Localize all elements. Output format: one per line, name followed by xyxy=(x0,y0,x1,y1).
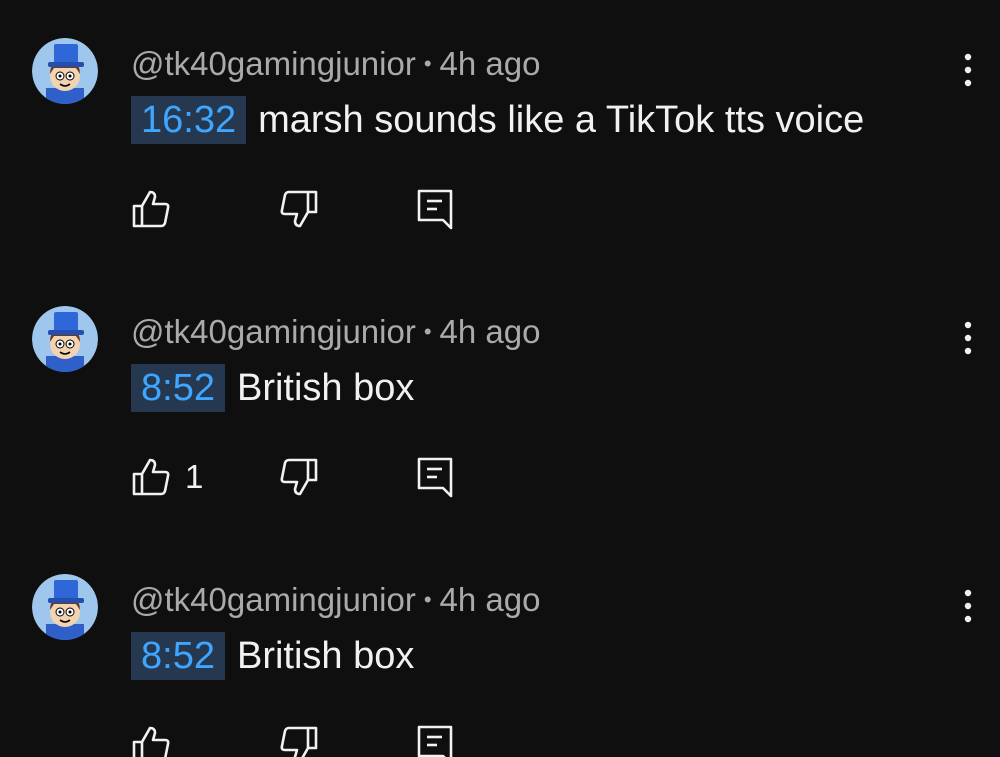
timestamp-link[interactable]: 8:52 xyxy=(131,364,225,412)
comment-text: British box xyxy=(236,367,415,409)
comment-body: 8:52 British box xyxy=(131,632,414,680)
reply-button[interactable] xyxy=(415,722,455,757)
comment-age: 4h ago xyxy=(439,313,541,350)
more-options-button[interactable] xyxy=(950,586,986,626)
reply-comment-icon xyxy=(417,457,453,498)
comment-author[interactable]: @tk40gamingjunior xyxy=(131,313,416,350)
like-button[interactable] xyxy=(131,722,185,757)
meta-separator: • xyxy=(423,51,432,76)
thumbs-down-icon xyxy=(280,726,318,757)
thumbs-down-icon xyxy=(280,190,318,228)
like-button[interactable]: 1 xyxy=(131,454,203,500)
more-options-button[interactable] xyxy=(950,318,986,358)
dislike-button[interactable] xyxy=(279,454,319,500)
comment-body: 8:52 British box xyxy=(131,364,414,412)
meta-separator: • xyxy=(423,587,432,612)
comment-text: marsh sounds like a TikTok tts voice xyxy=(258,99,865,141)
thumbs-down-icon xyxy=(280,458,318,496)
comment-actions xyxy=(131,722,531,757)
avatar[interactable] xyxy=(32,38,98,104)
comment-item: @tk40gamingjunior • 4h ago 8:52 British bo… xyxy=(0,268,1000,536)
comment-text: British box xyxy=(236,635,415,677)
dislike-button[interactable] xyxy=(279,186,319,232)
reply-comment-icon xyxy=(417,725,453,757)
comment-author[interactable]: @tk40gamingjunior xyxy=(131,581,416,618)
comment-actions: 1 xyxy=(131,454,531,500)
avatar[interactable] xyxy=(32,574,98,640)
comment-age: 4h ago xyxy=(439,45,541,82)
timestamp-link[interactable]: 16:32 xyxy=(131,96,247,144)
reply-button[interactable] xyxy=(415,186,455,232)
comment-age: 4h ago xyxy=(439,581,541,618)
comment-author[interactable]: @tk40gamingjunior xyxy=(131,45,416,82)
like-button[interactable] xyxy=(131,186,185,232)
dislike-button[interactable] xyxy=(279,722,319,757)
comment-body: 16:32 marsh sounds like a TikTok tts voi… xyxy=(131,96,864,144)
more-vertical-icon xyxy=(964,321,972,355)
meta-separator: • xyxy=(423,319,432,344)
comment-meta: @tk40gamingjunior • 4h ago xyxy=(131,580,540,620)
comment-item: @tk40gamingjunior • 4h ago 16:32 marsh sou… xyxy=(0,0,1000,268)
comment-meta: @tk40gamingjunior • 4h ago xyxy=(131,312,540,352)
more-vertical-icon xyxy=(964,589,972,623)
thumbs-up-icon xyxy=(132,458,170,496)
comment-meta: @tk40gamingjunior • 4h ago xyxy=(131,44,540,84)
timestamp-link[interactable]: 8:52 xyxy=(131,632,225,680)
avatar[interactable] xyxy=(32,306,98,372)
comment-item: @tk40gamingjunior • 4h ago 8:52 British bo… xyxy=(0,536,1000,757)
comment-actions xyxy=(131,186,531,232)
more-vertical-icon xyxy=(964,53,972,87)
reply-button[interactable] xyxy=(415,454,455,500)
more-options-button[interactable] xyxy=(950,50,986,90)
thumbs-up-icon xyxy=(132,726,170,757)
like-count: 1 xyxy=(185,458,204,495)
reply-comment-icon xyxy=(417,189,453,230)
thumbs-up-icon xyxy=(132,190,170,228)
